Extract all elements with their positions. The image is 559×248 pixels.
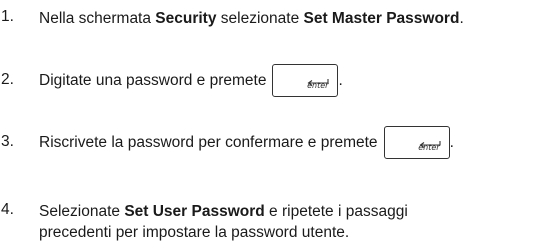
step-number: 1. [1, 8, 14, 25]
step-text: Digitate una password e premete enter. [39, 64, 343, 98]
step-text: Nella schermata Security selezionate Set… [39, 10, 464, 27]
set-master-password-option: Set Master Password [303, 10, 460, 27]
step-number: 2. [1, 71, 14, 88]
step-text: Riscrivete la password per confermare e … [39, 126, 454, 160]
enter-key-icon: enter [383, 126, 450, 160]
enter-arrow-icon [419, 141, 441, 149]
enter-key-icon: enter [272, 64, 339, 98]
step-text: Selezionate Set User Password e ripetete… [39, 203, 408, 241]
set-user-password-option: Set User Password [124, 203, 265, 220]
step-number: 4. [1, 201, 14, 218]
security-screen-name: Security [155, 10, 217, 27]
enter-arrow-icon [308, 79, 330, 87]
step-number: 3. [1, 133, 14, 150]
